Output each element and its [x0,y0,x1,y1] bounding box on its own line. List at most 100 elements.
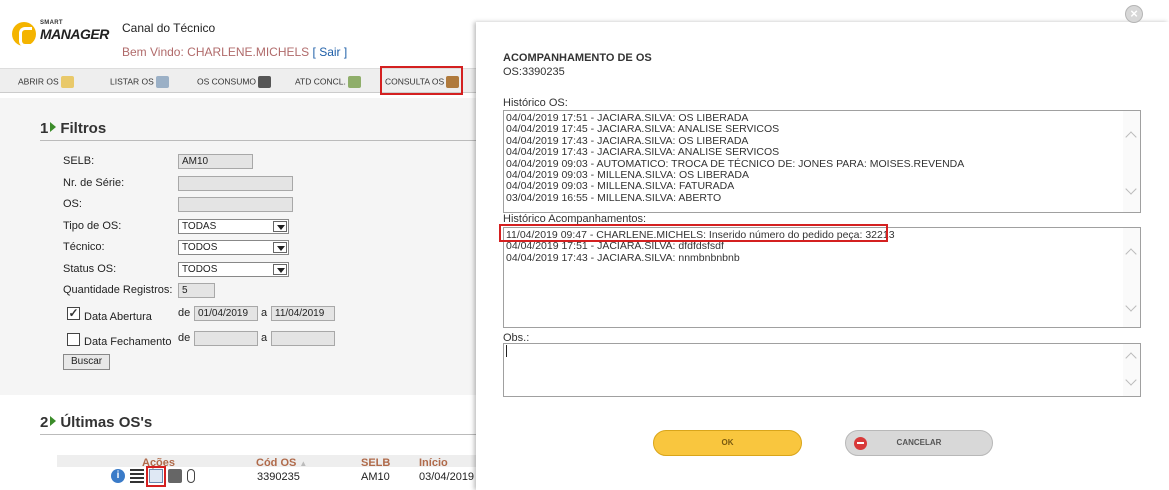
col-selb: SELB [361,457,391,469]
selb-label: SELB: [63,155,95,167]
latest-heading: 2 Últimas OS's [40,414,152,431]
filters-section-number: 1 [40,120,49,137]
filters-heading: 1 Filtros [40,120,106,137]
historico-textarea[interactable]: 04/04/2019 17:51 - JACIARA.SILVA: OS LIB… [503,110,1141,213]
tipo-os-select[interactable]: TODAS [178,219,289,234]
acompanhamentos-textarea[interactable]: 11/04/2019 09:47 - CHARLENE.MICHELS: Ins… [503,227,1141,328]
nav-os-consumo-label: OS CONSUMO [197,76,257,87]
latest-divider [40,434,476,435]
row-selb: AM10 [361,471,390,483]
chevron-down-icon [273,242,287,253]
tipo-os-value: TODAS [182,221,217,232]
col-cod-os[interactable]: Cód OS ▲ [256,457,307,469]
fechamento-a-label: a [261,332,268,344]
sort-asc-icon: ▲ [299,459,308,468]
col-cod-os-label: Cód OS [256,457,297,469]
acompanhamento-highlight-box [499,224,888,242]
acompanhamentos-scrollbar[interactable] [1123,228,1140,327]
notepad-icon [60,76,74,88]
fechamento-from-field[interactable] [194,331,258,346]
paperclip-icon[interactable] [187,469,195,483]
chevron-up-icon[interactable] [1125,131,1137,143]
status-os-label: Status OS: [63,263,117,275]
info-icon[interactable]: i [111,469,125,483]
grid-icon [347,76,361,88]
welcome-text: Bem Vindo: CHARLENE.MICHELS [122,45,310,59]
serie-label: Nr. de Série: [63,177,125,189]
abertura-to-field[interactable]: 11/04/2019 [271,306,335,321]
chevron-up-icon[interactable] [1125,352,1137,364]
chevron-down-icon[interactable] [1125,374,1137,386]
nav-abrir-os[interactable]: ABRIR OS [18,76,74,88]
tecnico-select[interactable]: TODOS [178,240,289,255]
obs-scrollbar[interactable] [1123,344,1140,396]
tecnico-value: TODOS [182,242,218,253]
close-icon[interactable]: × [1125,5,1143,23]
nav-atd-concl[interactable]: ATD CONCL. [295,76,361,88]
nav-listar-os-label: LISTAR OS [110,76,154,87]
list-icon[interactable] [130,469,144,483]
abertura-a-label: a [261,307,268,319]
nav-abrir-os-label: ABRIR OS [18,76,59,87]
text-cursor [506,345,507,357]
ok-button[interactable]: OK [653,430,802,456]
status-os-value: TODOS [182,264,218,275]
app-title: Canal do Técnico [122,21,216,35]
col-inicio: Início [419,457,448,469]
quantidade-field[interactable]: 5 [178,283,215,298]
filters-divider [40,140,476,141]
fechamento-de-label: de [178,332,191,344]
modal-os-number: OS:3390235 [503,66,565,78]
checkmark-icon: ✓ [68,306,79,320]
cancel-button[interactable]: CANCELAR [845,430,993,456]
cancel-icon [854,437,867,450]
chevron-down-icon [273,221,287,232]
logout-link[interactable]: [ Sair ] [313,45,348,59]
nav-listar-os[interactable]: LISTAR OS [110,76,169,88]
abertura-from-field[interactable]: 01/04/2019 [194,306,258,321]
smart-manager-logo[interactable]: SMART MANAGER [12,18,112,48]
logo-mark-icon [12,22,36,47]
quantidade-label: Quantidade Registros: [63,284,173,296]
abertura-de-label: de [178,307,191,319]
background-page: SMART MANAGER Canal do Técnico Bem Vindo… [0,0,476,490]
historico-label: Histórico OS: [503,97,568,109]
selb-field[interactable]: AM10 [178,154,253,169]
cancel-button-label: CANCELAR [896,438,942,447]
welcome-line: Bem Vindo: CHARLENE.MICHELS [ Sair ] [122,45,347,59]
chevron-up-icon[interactable] [1125,248,1137,260]
historico-line: 03/04/2019 16:55 - MILLENA.SILVA: ABERTO [506,191,722,204]
fechamento-label: Data Fechamento [84,336,172,348]
os-field[interactable] [178,197,293,212]
latest-section-number: 2 [40,414,49,431]
tecnico-label: Técnico: [63,241,105,253]
obs-textarea[interactable] [503,343,1141,397]
abertura-checkbox[interactable]: ✓ [67,307,80,320]
nav-atd-concl-label: ATD CONCL. [295,76,346,87]
abertura-label: Data Abertura [84,311,152,323]
tools-icon [155,76,169,88]
latest-section-title: Últimas OS's [60,414,153,431]
latest-os-panel [0,395,476,490]
historico-line: 04/04/2019 17:43 - JACIARA.SILVA: ANALIS… [506,146,780,159]
chevron-down-icon [273,264,287,275]
fechamento-checkbox[interactable] [67,333,80,346]
row-cod-os: 3390235 [257,471,300,483]
serie-field[interactable] [178,176,293,191]
chevron-down-icon[interactable] [1125,300,1137,312]
nav-highlight-box [380,66,463,95]
filters-section-title: Filtros [60,120,107,137]
arrow-right-icon [50,122,57,132]
tipo-os-label: Tipo de OS: [63,220,122,232]
nav-os-consumo[interactable]: OS CONSUMO [197,76,272,88]
printer-icon [258,76,272,88]
chevron-down-icon[interactable] [1125,183,1137,195]
modal-title: ACOMPANHAMENTO DE OS [503,52,652,64]
status-os-select[interactable]: TODOS [178,262,289,277]
fechamento-to-field[interactable] [271,331,335,346]
acompanhamento-line: 04/04/2019 17:43 - JACIARA.SILVA: nnmbnb… [506,251,740,264]
printer-icon[interactable] [168,469,182,483]
action-highlight-box [146,466,166,487]
historico-scrollbar[interactable] [1123,111,1140,212]
buscar-button[interactable]: Buscar [63,354,111,370]
